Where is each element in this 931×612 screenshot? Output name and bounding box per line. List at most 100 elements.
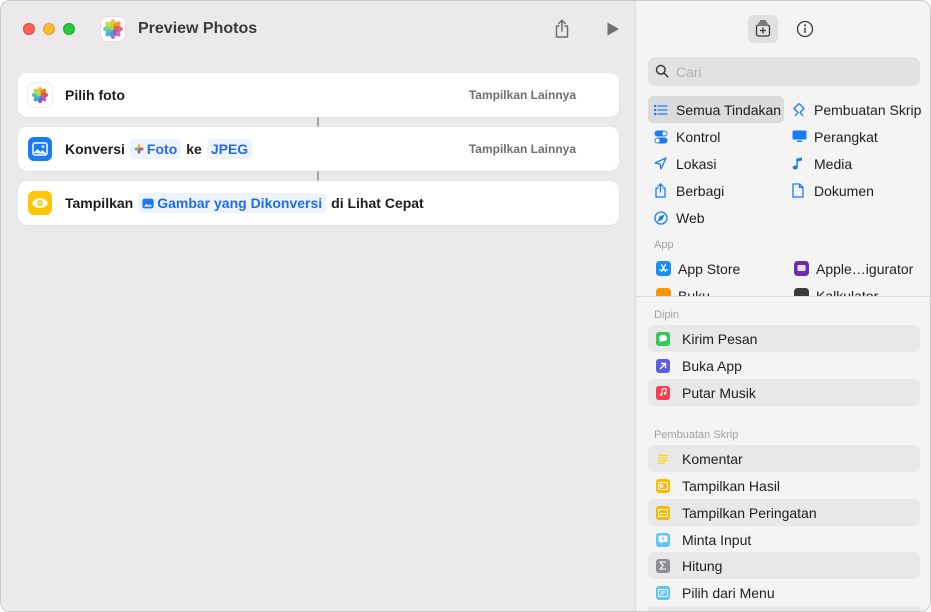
scripting-action-partial[interactable] <box>648 606 920 611</box>
share-icon <box>654 183 676 198</box>
document-icon <box>792 183 814 198</box>
category-location[interactable]: Lokasi <box>648 150 784 177</box>
alert-icon <box>656 505 670 520</box>
action-text: Tampilkan Gambar yang Dikonversi di Liha… <box>65 181 424 225</box>
run-button[interactable] <box>599 15 627 43</box>
category-scripting[interactable]: Pembuatan Skrip <box>786 96 926 123</box>
format-token-jpeg[interactable]: JPEG <box>206 139 253 159</box>
action-label: Pilih dari Menu <box>682 584 775 601</box>
action-library: Semua Tindakan Pembuatan Skrip <box>635 1 930 611</box>
action-label: Putar Musik <box>682 384 756 401</box>
eye-icon <box>28 191 52 215</box>
window-title: Preview Photos <box>138 20 258 37</box>
category-all-actions[interactable]: Semua Tindakan <box>648 96 784 123</box>
action-connector <box>317 117 319 127</box>
shortcut-editor: Preview Photos Pilih foto Tampilkan Lain… <box>1 1 635 611</box>
category-label: Berbagi <box>676 182 725 199</box>
category-control[interactable]: Kontrol <box>648 123 784 150</box>
scripting-action-show-result[interactable]: Tampilkan Hasil <box>648 472 920 499</box>
search-icon <box>655 64 669 78</box>
comment-icon <box>656 452 670 466</box>
share-icon <box>555 19 569 38</box>
apple-configurator-icon <box>794 261 816 276</box>
category-sharing[interactable]: Berbagi <box>648 177 784 204</box>
action-connector <box>317 171 319 181</box>
info-icon <box>796 20 814 38</box>
token-label: Foto <box>146 141 178 157</box>
zoom-window-button[interactable] <box>63 23 75 35</box>
compass-icon <box>654 210 676 225</box>
section-label-scripting: Pembuatan Skrip <box>654 429 739 441</box>
action-label: Tampilkan Hasil <box>682 477 781 494</box>
scripting-action-show-alert[interactable]: Tampilkan Peringatan <box>648 499 920 526</box>
close-window-button[interactable] <box>23 23 35 35</box>
category-documents[interactable]: Dokumen <box>786 177 926 204</box>
music-note-icon <box>792 157 814 171</box>
photos-icon <box>134 144 144 154</box>
image-convert-icon <box>28 137 52 161</box>
category-web[interactable]: Web <box>648 204 784 231</box>
action-text: Konversi Foto ke JPEG <box>65 127 257 171</box>
app-label: Kalkulator <box>816 288 879 296</box>
menu-icon <box>656 585 670 600</box>
books-icon <box>656 288 678 296</box>
library-browser: Semua Tindakan Pembuatan Skrip <box>636 1 930 297</box>
share-button[interactable] <box>548 15 576 43</box>
category-media[interactable]: Media <box>786 150 926 177</box>
scripting-action-comment[interactable]: Komentar <box>648 445 920 472</box>
action-label: Komentar <box>682 450 743 467</box>
app-item-apple-configurator[interactable]: Apple…igurator <box>786 255 926 282</box>
action-label: Hitung <box>682 557 723 574</box>
search-input[interactable] <box>676 61 906 82</box>
show-result-icon <box>656 478 670 493</box>
pane-divider[interactable] <box>636 296 930 297</box>
category-label: Dokumen <box>814 182 874 199</box>
toggle-icon <box>654 130 676 144</box>
minimize-window-button[interactable] <box>43 23 55 35</box>
display-icon <box>792 130 814 143</box>
variable-token-converted-image[interactable]: Gambar yang Dikonversi <box>138 193 327 213</box>
token-label: Gambar yang Dikonversi <box>157 195 323 211</box>
pinned-action-send-message[interactable]: Kirim Pesan <box>648 325 920 352</box>
app-item-app-store[interactable]: App Store <box>648 255 784 282</box>
scripting-action-choose-menu[interactable]: Pilih dari Menu <box>648 579 920 606</box>
sigma-icon <box>656 558 670 573</box>
action-label: Minta Input <box>682 531 752 548</box>
action-verb: Tampilkan <box>65 195 134 211</box>
details-tab[interactable] <box>790 15 820 43</box>
section-label-app: App <box>654 239 674 251</box>
search-field[interactable] <box>648 57 920 86</box>
action-verb: Konversi <box>65 141 125 157</box>
app-label: App Store <box>678 260 741 277</box>
play-icon <box>607 22 619 36</box>
show-more-button[interactable]: Tampilkan Lainnya <box>469 73 576 117</box>
add-to-library-icon <box>755 20 771 37</box>
music-icon <box>656 385 670 400</box>
category-label: Web <box>676 209 705 226</box>
action-convert-image[interactable]: Konversi Foto ke JPEG Tampilkan Lainnya <box>18 127 619 171</box>
app-item-books[interactable]: Buku <box>648 282 784 296</box>
action-select-photos[interactable]: Pilih foto Tampilkan Lainnya <box>18 73 619 117</box>
variable-token-photo[interactable]: Foto <box>129 139 182 159</box>
action-label: Kirim Pesan <box>682 330 758 347</box>
action-suffix: di Lihat Cepat <box>331 195 424 211</box>
calculator-icon <box>794 288 816 296</box>
category-device[interactable]: Perangkat <box>786 123 926 150</box>
action-label: Buka App <box>682 357 742 374</box>
photos-app-icon[interactable] <box>101 17 125 41</box>
app-item-calculator[interactable]: Kalkulator <box>786 282 926 296</box>
action-quick-look[interactable]: Tampilkan Gambar yang Dikonversi di Liha… <box>18 181 619 225</box>
scripting-action-ask-input[interactable]: Minta Input <box>648 526 920 553</box>
scripting-action-calculate[interactable]: Hitung <box>648 552 920 579</box>
title-bar: Preview Photos <box>1 1 635 57</box>
scripting-icon <box>792 102 814 118</box>
show-more-button[interactable]: Tampilkan Lainnya <box>469 127 576 171</box>
pinned-action-play-music[interactable]: Putar Musik <box>648 379 920 406</box>
section-label-pinned: Dipin <box>654 309 680 321</box>
action-library-tab[interactable] <box>748 15 778 43</box>
app-label: Buku <box>678 288 710 296</box>
category-label: Semua Tindakan <box>676 101 782 118</box>
app-store-icon <box>656 261 678 276</box>
pinned-action-open-app[interactable]: Buka App <box>648 352 920 379</box>
action-label: Tampilkan Peringatan <box>682 504 817 521</box>
